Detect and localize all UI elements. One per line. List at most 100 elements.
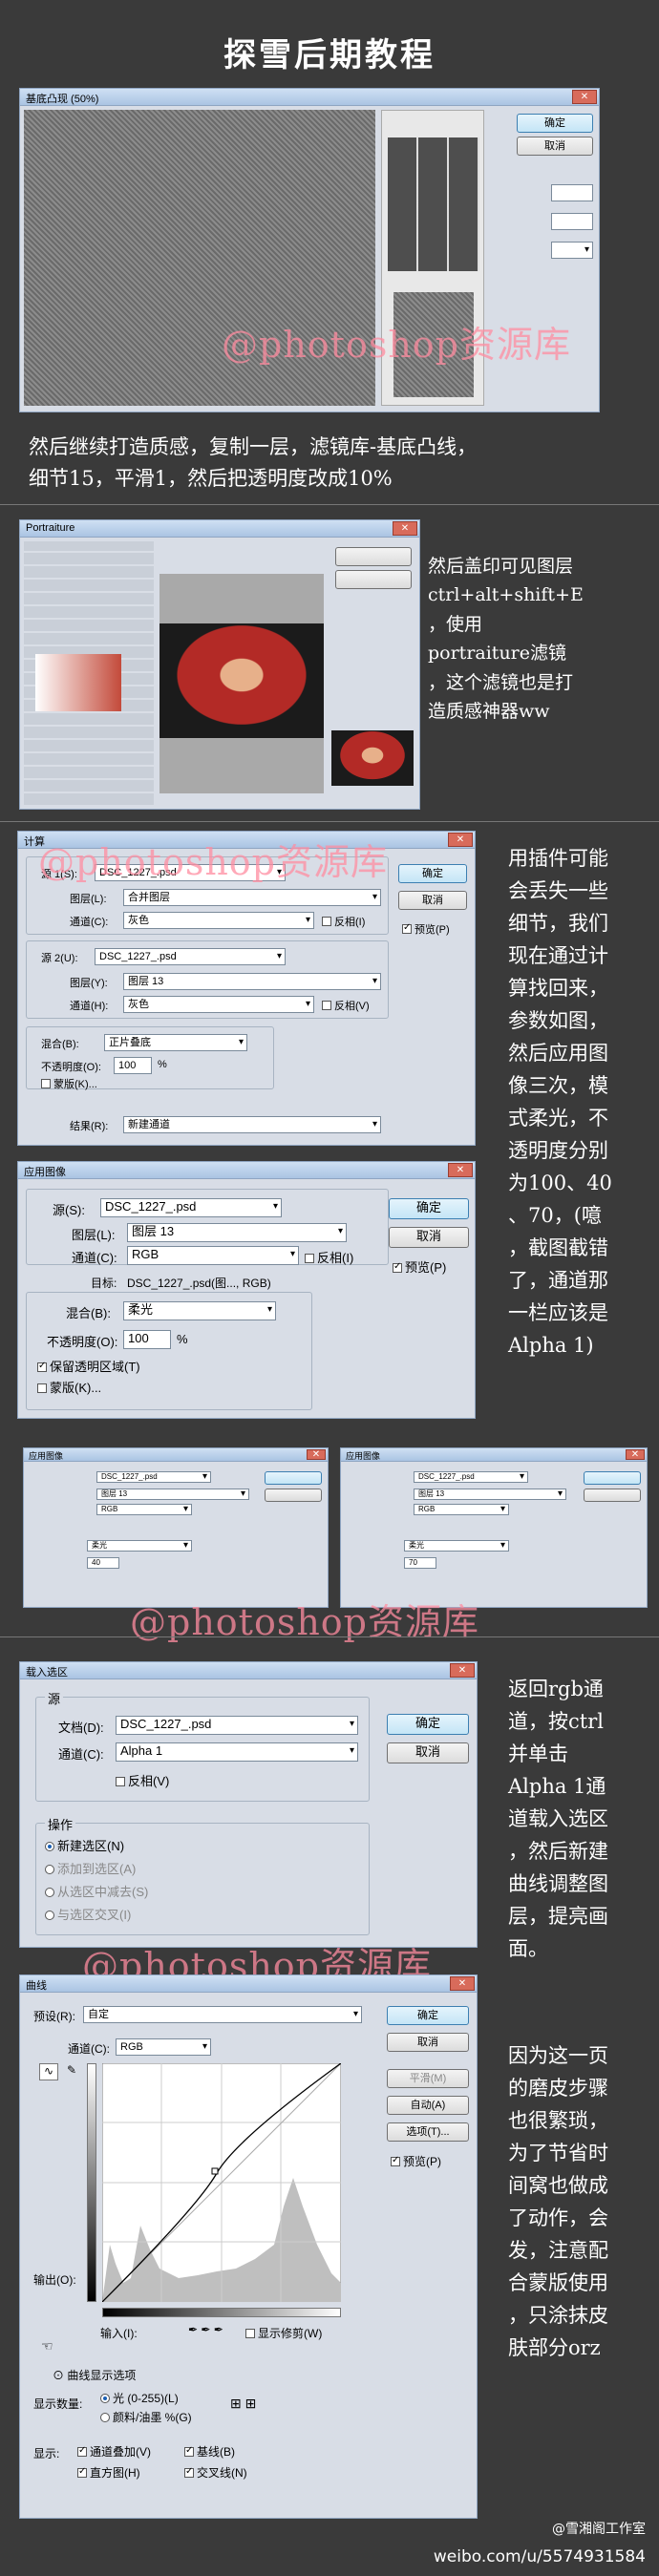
new-selection-radio[interactable]: 新建选区(N) — [45, 1836, 124, 1854]
ok-button[interactable]: 确定 — [517, 114, 593, 133]
channel1-label: 通道(C): — [70, 917, 109, 928]
channel-dropdown[interactable]: RGB — [116, 2038, 211, 2056]
curve-tool-icon[interactable]: ∿ — [39, 2063, 58, 2080]
close-icon[interactable]: ✕ — [450, 1663, 475, 1678]
apply-image-titlebar: 应用图像 ✕ — [24, 1448, 328, 1462]
close-icon[interactable]: ✕ — [626, 1449, 645, 1460]
preview-checkbox[interactable]: 预览(P) — [393, 1257, 446, 1276]
cancel-button[interactable]: 取消 — [517, 137, 593, 156]
channel-dropdown[interactable]: RGB — [96, 1504, 192, 1515]
cancel-button[interactable] — [265, 1489, 322, 1502]
thumbnail-grid[interactable] — [388, 137, 479, 271]
ok-button[interactable] — [265, 1471, 322, 1485]
source-dropdown[interactable]: DSC_1227_.psd — [100, 1198, 282, 1217]
baseline-checkbox[interactable]: 基线(B) — [184, 2443, 235, 2460]
smooth-field[interactable] — [551, 213, 593, 230]
cancel-button[interactable]: 取消 — [387, 2033, 469, 2052]
dialog-title: 应用图像 — [29, 1451, 64, 1461]
channel1-dropdown[interactable]: 灰色 — [123, 912, 314, 929]
pigment-radio[interactable]: 颜料/油墨 %(G) — [100, 2409, 192, 2425]
layer-dropdown[interactable]: 图层 13 — [414, 1489, 566, 1500]
blend-dropdown[interactable]: 正片叠底 — [104, 1034, 247, 1051]
ok-button[interactable]: 确定 — [387, 1714, 469, 1735]
invert1-label: 反相(I) — [334, 917, 366, 928]
options-button[interactable]: 选项(T)... — [387, 2122, 469, 2142]
channel-dropdown[interactable]: Alpha 1 — [116, 1742, 358, 1762]
color-picker[interactable] — [35, 654, 121, 711]
display-options-toggle[interactable]: ⊙ 曲线显示选项 — [53, 2367, 136, 2383]
preserve-transparency-checkbox[interactable]: 保留透明区域(T) — [37, 1357, 140, 1375]
invert2-checkbox[interactable]: 反相(V) — [322, 998, 370, 1013]
result-label: 结果(R): — [70, 1121, 109, 1132]
cancel-button[interactable] — [584, 1489, 641, 1502]
preset-dropdown[interactable]: 自定 — [83, 2006, 362, 2023]
caption-line: 并单击 — [508, 1742, 568, 1766]
blend-dropdown[interactable]: 柔光 — [123, 1301, 276, 1320]
preview-checkbox[interactable]: 预览(P) — [391, 2153, 441, 2169]
subtract-selection-radio[interactable]: 从选区中减去(S) — [45, 1882, 148, 1900]
caption-line: 道，按ctrl — [508, 1710, 604, 1734]
hand-icon[interactable]: ☜ — [41, 2338, 53, 2354]
blend-dropdown[interactable]: 柔光 — [404, 1540, 509, 1552]
layer-dropdown[interactable]: 图层 13 — [127, 1223, 347, 1242]
close-icon[interactable]: ✕ — [393, 521, 417, 536]
result-dropdown[interactable]: 新建通道 — [123, 1116, 381, 1133]
close-icon[interactable]: ✕ — [448, 833, 473, 847]
document-dropdown[interactable]: DSC_1227_.psd — [116, 1716, 358, 1735]
display-options-label: 曲线显示选项 — [67, 2369, 137, 2382]
caption-line: 因为这一页 — [508, 2044, 608, 2067]
close-icon[interactable]: ✕ — [450, 1976, 475, 1991]
ok-button[interactable]: 确定 — [398, 864, 467, 883]
source2-dropdown[interactable]: DSC_1227_.psd — [95, 948, 286, 965]
add-to-selection-radio[interactable]: 添加到选区(A) — [45, 1859, 136, 1877]
layer1-dropdown[interactable]: 合并图层 — [123, 889, 381, 906]
mask-checkbox[interactable]: 蒙版(K)... — [37, 1378, 101, 1396]
histogram-checkbox[interactable]: 直方图(H) — [77, 2464, 140, 2481]
show-clipping-checkbox[interactable]: 显示修剪(W) — [245, 2325, 322, 2341]
cancel-button[interactable]: 取消 — [398, 891, 467, 910]
opacity-field[interactable]: 100 — [123, 1330, 171, 1349]
light-radio[interactable]: 光 (0-255)(L) — [100, 2390, 179, 2406]
invert1-checkbox[interactable]: 反相(I) — [322, 914, 365, 929]
ok-button[interactable]: 确定 — [387, 2006, 469, 2025]
invert-checkbox[interactable]: 反相(V) — [116, 1771, 169, 1789]
opacity-field[interactable]: 40 — [87, 1557, 119, 1569]
auto-button[interactable]: 自动(A) — [387, 2096, 469, 2115]
input-gradient — [102, 2308, 341, 2317]
close-icon[interactable]: ✕ — [307, 1449, 326, 1460]
channel-dropdown[interactable]: RGB — [414, 1504, 509, 1515]
ok-button[interactable]: 确定 — [389, 1198, 469, 1219]
caption-line: 层，提亮画 — [508, 1905, 608, 1929]
overlay-checkbox[interactable]: 通道叠加(V) — [77, 2443, 151, 2460]
ok-button[interactable] — [584, 1471, 641, 1485]
cancel-button[interactable] — [335, 570, 412, 589]
ok-button[interactable] — [335, 547, 412, 566]
opacity-field[interactable]: 100 — [114, 1057, 152, 1074]
caption-line: 算找回来， — [508, 977, 608, 1001]
eyedroppers[interactable]: ✒ ✒ ✒ — [188, 2323, 223, 2336]
mask-checkbox[interactable]: 蒙版(K)... — [41, 1076, 97, 1091]
grid-icon[interactable]: ⊞ ⊞ — [230, 2396, 256, 2412]
channel2-dropdown[interactable]: 灰色 — [123, 996, 314, 1013]
pencil-icon[interactable]: ✎ — [62, 2063, 81, 2080]
intersection-checkbox[interactable]: 交叉线(N) — [184, 2464, 247, 2481]
close-icon[interactable]: ✕ — [448, 1163, 473, 1177]
cancel-button[interactable]: 取消 — [389, 1227, 469, 1248]
blend-dropdown[interactable]: 柔光 — [87, 1540, 192, 1552]
detail-field[interactable] — [551, 184, 593, 201]
intersect-selection-radio[interactable]: 与选区交叉(I) — [45, 1905, 131, 1923]
invert-checkbox[interactable]: 反相(I) — [305, 1248, 353, 1266]
smooth-button[interactable]: 平滑(M) — [387, 2069, 469, 2088]
channel-dropdown[interactable]: RGB — [127, 1246, 299, 1265]
close-icon[interactable]: ✕ — [572, 90, 597, 104]
preview-checkbox[interactable]: 预览(P) — [402, 921, 450, 937]
light-dropdown[interactable] — [551, 242, 593, 259]
source-dropdown[interactable]: DSC_1227_.psd — [96, 1471, 211, 1483]
opacity-field[interactable]: 70 — [404, 1557, 436, 1569]
curve-graph[interactable] — [102, 2063, 341, 2302]
cancel-button[interactable]: 取消 — [387, 1742, 469, 1763]
layer2-dropdown[interactable]: 图层 13 — [123, 973, 381, 990]
source-dropdown[interactable]: DSC_1227_.psd — [414, 1471, 528, 1483]
preview-label: 预览(P) — [415, 924, 450, 936]
layer-dropdown[interactable]: 图层 13 — [96, 1489, 249, 1500]
